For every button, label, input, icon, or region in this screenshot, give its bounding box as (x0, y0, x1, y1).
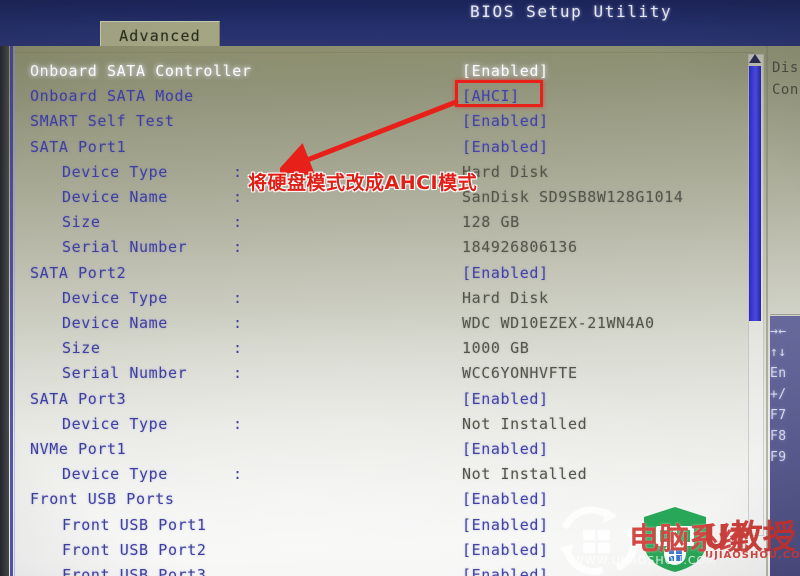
ahci-highlight-box (455, 80, 543, 107)
key-legend-item: →← (770, 324, 787, 339)
setting-value[interactable]: [Enabled] (462, 541, 549, 559)
setting-colon: : (233, 213, 243, 232)
setting-label: SATA Port3 (30, 389, 127, 408)
setting-label: Device Type (62, 414, 168, 433)
setting-row[interactable]: Size: 1000 GB (0, 339, 800, 364)
setting-value[interactable]: 128 GB (462, 213, 520, 231)
scroll-up-arrow-icon[interactable] (749, 54, 761, 63)
setting-label: SMART Self Test (30, 112, 175, 131)
setting-label: Device Name (62, 188, 168, 206)
key-legend-item: F8 (770, 429, 787, 444)
help-text-line: Dis (772, 60, 799, 76)
setting-label: Onboard SATA Controller (30, 62, 252, 80)
help-panel-separator (766, 46, 768, 576)
setting-value[interactable]: [Enabled] (462, 138, 549, 156)
setting-value[interactable]: 184926806136 (462, 238, 578, 256)
help-text-line: Con (772, 82, 799, 98)
setting-colon: : (233, 314, 243, 332)
bios-screenshot: BIOS Setup Utility Advanced Onboard SATA… (0, 0, 800, 576)
key-legend-item: En (770, 366, 787, 381)
setting-value[interactable]: [Enabled] (462, 516, 549, 534)
setting-row[interactable]: Device Name: WDC WD10EZEX-21WN4A0 (0, 314, 800, 339)
setting-label: Device Name (62, 314, 168, 332)
setting-row[interactable]: Onboard SATA Controller [Enabled] (0, 62, 800, 87)
setting-value[interactable]: WDC WD10EZEX-21WN4A0 (462, 314, 655, 332)
watermark: 电脑系统 U教授 UJIAOSHOU.COM WWW.UJIAOSHOU.COM (545, 498, 800, 576)
setting-value[interactable]: [Enabled] (462, 264, 549, 282)
help-panel-rule (770, 314, 800, 315)
setting-colon: : (233, 339, 243, 358)
setting-label: NVMe Port1 (30, 440, 127, 458)
key-legend-item: F7 (770, 408, 787, 423)
setting-value[interactable]: [Enabled] (462, 490, 549, 508)
setting-label: Serial Number (62, 238, 188, 257)
setting-row[interactable]: Device Type: Not Installed (0, 465, 800, 490)
setting-label: SATA Port1 (30, 137, 127, 156)
setting-label: Front USB Port2 (62, 540, 207, 559)
key-legend-item: ↑↓ (770, 345, 787, 360)
setting-value[interactable]: [Enabled] (462, 440, 549, 458)
setting-colon: : (233, 414, 243, 433)
setting-label: Serial Number (62, 364, 188, 383)
watermark-domain: UJIAOSHOU.COM (705, 550, 800, 561)
setting-value[interactable]: SanDisk SD9SB8W128G1014 (462, 188, 684, 206)
setting-value[interactable]: Not Installed (462, 465, 587, 483)
setting-value[interactable]: 1000 GB (462, 339, 529, 357)
setting-label: Front USB Port1 (62, 515, 207, 534)
help-panel: Dis Con →← ↑↓ En +/ F7 F8 F9 (770, 46, 800, 576)
setting-row[interactable]: Size: 128 GB (0, 213, 800, 238)
setting-colon: : (233, 188, 243, 206)
watermark-subtext: WWW.UJIAOSHOU.COM (573, 554, 717, 567)
setting-label: Device Type (62, 465, 168, 484)
key-legend-item: +/ (770, 387, 787, 402)
setting-value[interactable]: [Enabled] (462, 390, 549, 408)
setting-value[interactable]: [Enabled] (462, 62, 549, 80)
key-legend-item: F9 (770, 450, 787, 465)
setting-label: SATA Port2 (30, 263, 127, 282)
setting-colon: : (233, 364, 243, 383)
annotation-text: 将硬盘模式改成AHCI模式 (248, 172, 478, 194)
setting-row[interactable]: Device Type: Hard Disk (0, 289, 800, 314)
setting-row[interactable]: Serial Number: 184926806136 (0, 238, 800, 263)
setting-label: Device Type (62, 162, 168, 181)
page-title: BIOS Setup Utility (470, 2, 673, 21)
setting-label: Device Type (62, 288, 168, 307)
scrollbar-thumb[interactable] (749, 66, 761, 321)
setting-row[interactable]: Device Type: Not Installed (0, 415, 800, 440)
setting-value[interactable]: Not Installed (462, 415, 587, 433)
setting-row[interactable]: SATA Port3 [Enabled] (0, 390, 800, 415)
setting-label: Size (62, 213, 101, 232)
tab-advanced[interactable]: Advanced (100, 21, 220, 49)
setting-colon: : (233, 465, 243, 484)
setting-colon: : (233, 162, 243, 181)
setting-row[interactable]: NVMe Port1 [Enabled] (0, 440, 800, 465)
setting-label: Onboard SATA Mode (30, 87, 194, 106)
setting-value[interactable]: Hard Disk (462, 289, 549, 307)
setting-colon: : (233, 288, 243, 307)
setting-label: Front USB Ports (30, 490, 175, 509)
setting-row[interactable]: Serial Number: WCC6YONHVFTE (0, 364, 800, 389)
setting-value[interactable]: [Enabled] (462, 112, 549, 130)
setting-value[interactable]: [Enabled] (462, 566, 549, 576)
setting-label: Front USB Port3 (62, 566, 207, 576)
setting-colon: : (233, 238, 243, 257)
setting-row[interactable]: SATA Port2 [Enabled] (0, 264, 800, 289)
setting-value[interactable]: WCC6YONHVFTE (462, 364, 578, 382)
setting-label: Size (62, 339, 101, 358)
